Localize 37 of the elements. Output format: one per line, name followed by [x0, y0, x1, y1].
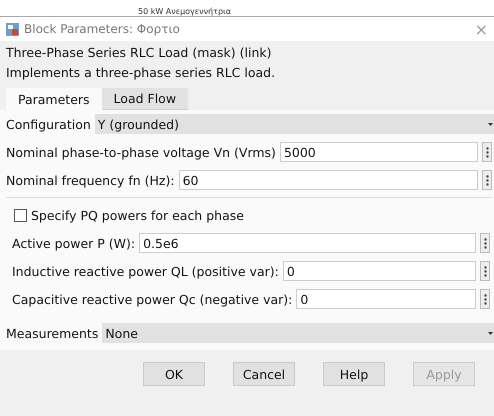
caret-icon: [488, 332, 493, 334]
checkbox-label: Specify PQ powers for each phase: [31, 208, 244, 222]
input-field[interactable]: 0: [296, 289, 476, 309]
input-field[interactable]: 0.5e6: [139, 233, 476, 253]
block-description: Implements a three-phase series RLC load.: [6, 65, 276, 80]
caret-icon: [488, 122, 493, 126]
more-icon: [486, 146, 488, 158]
dropdown[interactable]: Y (grounded): [94, 114, 494, 134]
input-field[interactable]: 0: [282, 261, 476, 281]
more-icon: [486, 174, 488, 186]
more-button[interactable]: [480, 261, 490, 281]
tab[interactable]: Parameters: [6, 88, 102, 110]
tab[interactable]: Load Flow: [102, 88, 188, 110]
window-title: Block Parameters: Φορτιο: [24, 22, 181, 36]
field-label: Nominal frequency fn (Hz):: [6, 172, 175, 188]
more-button[interactable]: [482, 142, 492, 162]
field-label: Nominal phase-to-phase voltage Vn (Vrms): [6, 144, 276, 160]
more-icon: [484, 266, 486, 276]
field-label: Active power P (W):: [12, 236, 136, 250]
input-field[interactable]: 5000: [280, 142, 478, 162]
dialog-button[interactable]: Cancel: [233, 362, 295, 386]
more-button[interactable]: [482, 170, 492, 190]
dropdown[interactable]: None: [102, 323, 494, 343]
block-heading: Three-Phase Series RLC Load (mask) (link): [6, 45, 273, 60]
more-button[interactable]: [480, 233, 490, 253]
field-label: Inductive reactive power QL (positive var):: [12, 264, 279, 278]
checkbox[interactable]: [14, 208, 27, 222]
dialog-button[interactable]: Help: [323, 362, 385, 386]
field-label: Configuration: [6, 116, 91, 132]
more-icon: [484, 238, 486, 248]
more-button[interactable]: [480, 289, 490, 309]
block-icon: [6, 22, 19, 36]
field-label: Measurements: [6, 326, 98, 340]
input-field[interactable]: 60: [178, 170, 478, 190]
field-label: Capacitive reactive power Qc (negative var):: [12, 292, 292, 306]
dialog-button[interactable]: OK: [143, 362, 205, 386]
more-icon: [484, 294, 486, 304]
